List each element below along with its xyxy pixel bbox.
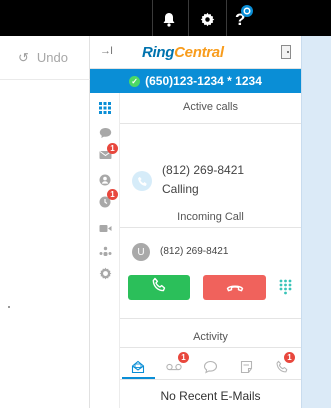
fax-tab-icon[interactable] [228, 355, 264, 379]
section-divider [120, 347, 301, 348]
incoming-call-title: Incoming Call [177, 211, 244, 223]
toolbar-divider [226, 0, 227, 36]
conference-icon[interactable] [90, 240, 120, 262]
email-tab-icon[interactable] [120, 355, 156, 379]
decline-call-button[interactable] [203, 275, 266, 300]
keypad-icon[interactable] [90, 97, 120, 119]
widget-header: →I RingCentral [90, 36, 301, 69]
keypad-button[interactable] [276, 277, 294, 297]
ringcentral-logo: RingCentral [142, 44, 224, 61]
message-badge: 1 [107, 143, 118, 154]
active-calls-title: Active calls [182, 101, 239, 113]
toolbar-divider [152, 0, 153, 36]
contacts-icon[interactable] [90, 169, 120, 191]
undo-label: Undo [36, 50, 68, 65]
incoming-avatar: U [132, 243, 150, 261]
collapse-icon[interactable]: →I [100, 45, 113, 57]
undo-icon: ↺ [18, 49, 29, 65]
call-history-icon[interactable]: 1 [90, 189, 120, 213]
caller-id-bar[interactable]: ✓ (650)123-1234 * 1234 [90, 69, 301, 93]
answer-call-button[interactable] [128, 275, 190, 300]
chat-icon[interactable] [90, 122, 120, 144]
bell-icon[interactable] [156, 6, 182, 32]
settings-icon[interactable] [90, 262, 120, 284]
video-icon[interactable] [90, 217, 120, 239]
message-icon[interactable]: 1 [90, 143, 120, 166]
caller-id-number: (650)123-1234 * 1234 [145, 74, 262, 88]
help-icon[interactable]: ? [231, 3, 257, 29]
section-divider [120, 318, 301, 319]
call-history-badge: 1 [107, 189, 118, 200]
toolbar-divider [188, 0, 189, 36]
divider-mark [8, 306, 10, 308]
section-divider [120, 123, 301, 124]
voicemail-tab-icon[interactable]: 1 [156, 352, 192, 379]
gear-icon[interactable] [194, 6, 220, 32]
incoming-number[interactable]: (812) 269-8421 [160, 246, 228, 257]
undo-button[interactable]: ↺ Undo [0, 36, 90, 80]
app-root: ? ↺ Undo →I RingCentral ✓ (650)123-1234 … [0, 0, 331, 408]
active-call-status: Calling [162, 182, 199, 196]
left-pane: ↺ Undo [0, 36, 90, 408]
logout-icon[interactable] [281, 45, 291, 59]
voicemail-badge: 1 [178, 352, 189, 363]
sms-tab-icon[interactable] [192, 355, 228, 379]
active-call-avatar [132, 171, 152, 191]
section-divider [120, 379, 301, 380]
calls-tab-icon[interactable]: 1 [264, 352, 300, 379]
ringcentral-widget: →I RingCentral ✓ (650)123-1234 * 1234 1 [90, 36, 301, 408]
empty-state-text: No Recent E-Mails [160, 389, 261, 403]
phone-answer-icon [151, 277, 167, 298]
top-toolbar: ? [0, 0, 331, 36]
activity-title: Activity [193, 331, 228, 343]
active-call-number[interactable]: (812) 269-8421 [162, 163, 244, 177]
side-panel [301, 36, 331, 408]
section-divider [120, 227, 301, 228]
phone-hangup-icon [226, 279, 244, 297]
nav-column: 1 1 [90, 93, 120, 408]
widget-content: Active calls (812) 269-8421 Calling Inco… [120, 93, 301, 408]
calls-badge: 1 [284, 352, 295, 363]
status-check-icon: ✓ [129, 75, 141, 87]
